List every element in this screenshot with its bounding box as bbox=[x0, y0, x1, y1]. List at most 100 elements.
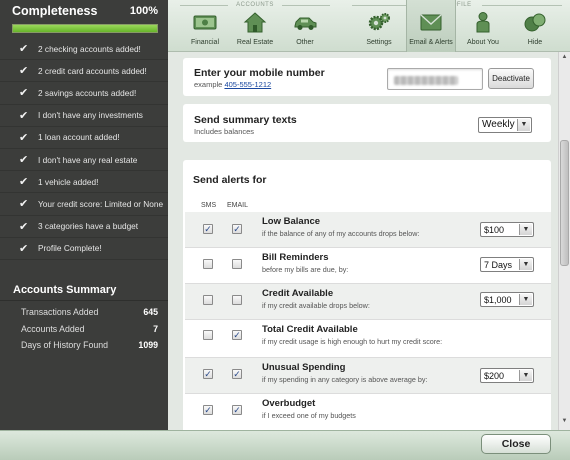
alert-row-low-balance: ✓ ✓ Low Balance if the balance of any of… bbox=[185, 212, 551, 248]
email-checkbox[interactable]: ✓ bbox=[232, 405, 242, 415]
mobile-number-card: Enter your mobile number example 405-555… bbox=[183, 58, 551, 96]
alert-threshold-select[interactable]: $100 ▼ bbox=[480, 222, 534, 237]
toolbar-button-label: Real Estate bbox=[236, 39, 274, 46]
checklist-item: ✔ 1 vehicle added! bbox=[0, 171, 168, 194]
alert-title: Bill Reminders bbox=[262, 252, 329, 263]
checklist-item-text: Profile Complete! bbox=[38, 243, 102, 254]
alert-title: Total Credit Available bbox=[262, 324, 358, 335]
close-button[interactable]: Close bbox=[481, 434, 551, 454]
checklist-item-text: 2 credit card accounts added! bbox=[38, 65, 147, 76]
email-checkbox[interactable] bbox=[232, 295, 242, 305]
gears-icon bbox=[368, 13, 390, 31]
completeness-header: Completeness 100% bbox=[0, 0, 168, 22]
alert-threshold-select[interactable]: $200 ▼ bbox=[480, 368, 534, 383]
checklist-item: ✔ 2 checking accounts added! bbox=[0, 38, 168, 61]
alert-title: Low Balance bbox=[262, 216, 321, 227]
checklist-item: ✔ 3 categories have a budget bbox=[0, 216, 168, 238]
summary-label: Transactions Added bbox=[21, 307, 99, 318]
top-toolbar: ACCOUNTS PROFILE Financial Real Estate O… bbox=[168, 0, 570, 52]
mobile-example: example 405-555-1212 bbox=[194, 80, 271, 89]
summary-texts-card: Send summary texts Includes balances Wee… bbox=[183, 104, 551, 142]
alert-threshold-select[interactable]: $1,000 ▼ bbox=[480, 292, 534, 307]
completeness-checklist: ✔ 2 checking accounts added! ✔ 2 credit ca… bbox=[0, 38, 168, 260]
alert-row-total-credit-available: ✓ Total Credit Available if my credit us… bbox=[185, 320, 551, 358]
alert-threshold-value: 7 Days bbox=[484, 260, 513, 270]
toolbar-real-estate-button[interactable]: Real Estate bbox=[230, 0, 280, 52]
toolbar-other-button[interactable]: Other bbox=[280, 0, 330, 52]
toolbar-email-alerts-button[interactable]: Email & Alerts bbox=[406, 0, 456, 52]
checklist-item: ✔ I don't have any real estate bbox=[0, 149, 168, 172]
mobile-number-title: Enter your mobile number bbox=[194, 67, 325, 79]
summary-texts-subtitle: Includes balances bbox=[194, 127, 255, 136]
sms-checkbox[interactable]: ✓ bbox=[203, 405, 213, 415]
chevron-down-icon: ▼ bbox=[519, 224, 532, 235]
alerts-title: Send alerts for bbox=[193, 174, 267, 186]
sms-checkbox[interactable] bbox=[203, 295, 213, 305]
mobile-example-prefix: example bbox=[194, 80, 223, 89]
mobile-example-link[interactable]: 405-555-1212 bbox=[224, 80, 271, 89]
toolbar-button-label: About You bbox=[467, 39, 499, 46]
checklist-item: ✔ Profile Complete! bbox=[0, 238, 168, 260]
toolbar-settings-button[interactable]: Settings bbox=[354, 0, 404, 52]
mobile-number-input[interactable] bbox=[387, 68, 483, 90]
checklist-item: ✔ 1 loan account added! bbox=[0, 127, 168, 149]
completeness-progress-fill bbox=[13, 25, 157, 32]
alert-title: Overbudget bbox=[262, 398, 316, 409]
checklist-item: ✔ I don't have any investments bbox=[0, 105, 168, 127]
checklist-item-text: Your credit score: Limited or None bbox=[38, 198, 164, 209]
sms-checkbox[interactable]: ✓ bbox=[203, 369, 213, 379]
email-checkbox[interactable]: ✓ bbox=[232, 224, 242, 234]
summary-frequency-value: Weekly bbox=[482, 119, 515, 130]
chevron-down-icon: ▼ bbox=[519, 294, 532, 305]
chevron-down-icon: ▼ bbox=[517, 119, 530, 131]
summary-row: Transactions Added 645 bbox=[0, 304, 168, 321]
summary-value: 1099 bbox=[138, 340, 158, 351]
checkmark-icon: ✔ bbox=[19, 109, 29, 122]
deactivate-button[interactable]: Deactivate bbox=[488, 68, 534, 89]
toolbar-button-label: Hide bbox=[527, 39, 543, 46]
chevron-down-icon: ▼ bbox=[519, 370, 532, 381]
alert-description: before my bills are due, by: bbox=[262, 265, 349, 274]
checklist-item-text: 2 checking accounts added! bbox=[38, 43, 141, 54]
toolbar-hide-button[interactable]: Hide bbox=[510, 0, 560, 52]
alert-threshold-select[interactable]: 7 Days ▼ bbox=[480, 257, 534, 272]
hide-icon bbox=[524, 13, 546, 32]
sms-checkbox[interactable] bbox=[203, 330, 213, 340]
scroll-down-icon[interactable]: ▼ bbox=[559, 418, 570, 428]
envelope-icon bbox=[420, 14, 442, 31]
email-checkbox[interactable]: ✓ bbox=[232, 369, 242, 379]
house-icon bbox=[243, 12, 267, 33]
checklist-item-text: 1 loan account added! bbox=[38, 132, 120, 143]
checkmark-icon: ✔ bbox=[19, 198, 29, 211]
alert-row-credit-available: Credit Available if my credit available … bbox=[185, 284, 551, 320]
alert-description: if my credit available drops below: bbox=[262, 301, 370, 310]
scroll-up-icon[interactable]: ▲ bbox=[559, 54, 570, 64]
summary-frequency-select[interactable]: Weekly ▼ bbox=[478, 117, 532, 133]
accounts-summary: Accounts Summary Transactions Added 645 A… bbox=[0, 278, 168, 354]
summary-row: Days of History Found 1099 bbox=[0, 337, 168, 354]
main-content: Enter your mobile number example 405-555… bbox=[168, 52, 558, 430]
dialog-footer: Close bbox=[0, 430, 570, 460]
alert-description: if my spending in any category is above … bbox=[262, 375, 428, 384]
checkmark-icon: ✔ bbox=[19, 176, 29, 189]
alert-threshold-value: $100 bbox=[484, 225, 505, 235]
alert-threshold-value: $200 bbox=[484, 371, 505, 381]
sms-checkbox[interactable]: ✓ bbox=[203, 224, 213, 234]
vertical-scrollbar[interactable]: ▲ ▼ bbox=[558, 52, 570, 430]
accounts-summary-title: Accounts Summary bbox=[0, 278, 168, 301]
summary-texts-title: Send summary texts bbox=[194, 114, 297, 126]
alert-title: Unusual Spending bbox=[262, 362, 346, 373]
checkmark-icon: ✔ bbox=[19, 131, 29, 144]
checkmark-icon: ✔ bbox=[19, 242, 29, 255]
toolbar-about-you-button[interactable]: About You bbox=[458, 0, 508, 52]
email-checkbox[interactable] bbox=[232, 259, 242, 269]
alert-threshold-value: $1,000 bbox=[484, 295, 512, 305]
toolbar-button-label: Email & Alerts bbox=[409, 39, 453, 46]
toolbar-financial-button[interactable]: Financial bbox=[180, 0, 230, 52]
alert-row-bill-reminders: Bill Reminders before my bills are due, … bbox=[185, 248, 551, 284]
email-checkbox[interactable]: ✓ bbox=[232, 330, 242, 340]
checkmark-icon: ✔ bbox=[19, 65, 29, 78]
sms-checkbox[interactable] bbox=[203, 259, 213, 269]
scrollbar-thumb[interactable] bbox=[560, 140, 569, 266]
alert-description: if I exceed one of my budgets bbox=[262, 411, 356, 420]
